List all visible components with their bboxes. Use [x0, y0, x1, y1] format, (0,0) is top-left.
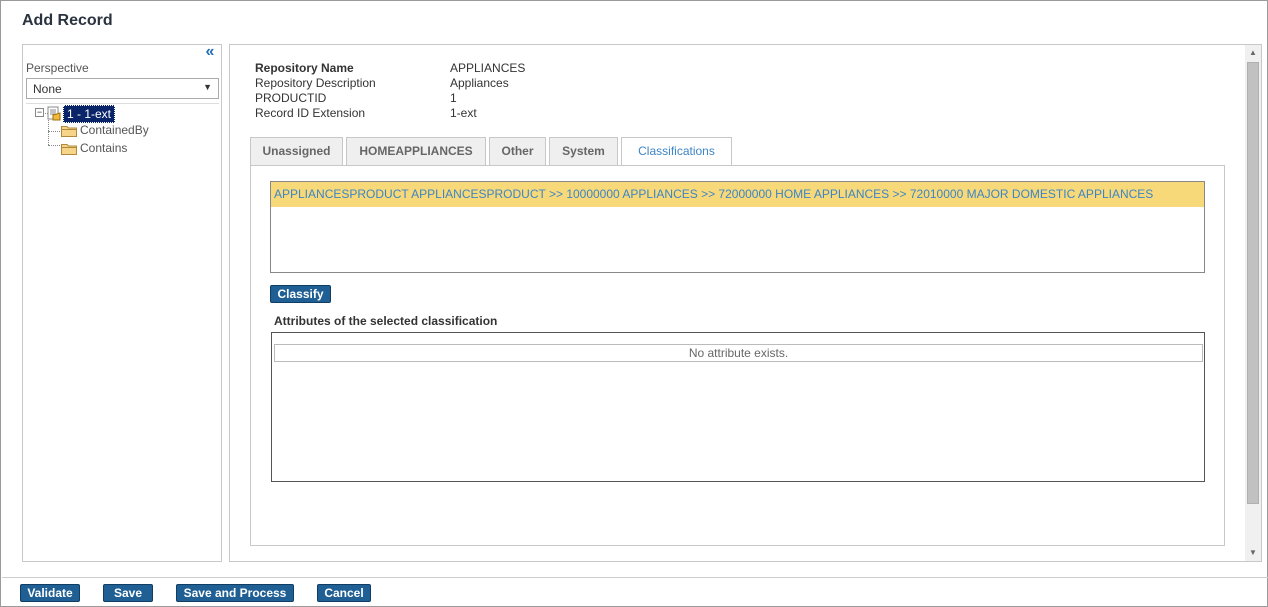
classifications-tab-content: APPLIANCESPRODUCT APPLIANCESPRODUCT >> 1… [250, 165, 1225, 546]
perspective-value: None [33, 82, 62, 96]
tab-homeappliances[interactable]: HOMEAPPLIANCES [346, 137, 486, 166]
tab-other[interactable]: Other [489, 137, 546, 166]
tab-unassigned[interactable]: Unassigned [250, 137, 343, 166]
info-row: Record ID Extension 1-ext [255, 106, 655, 121]
info-row: Repository Name APPLIANCES [255, 61, 655, 76]
cancel-button[interactable]: Cancel [317, 584, 371, 602]
info-key: Record ID Extension [255, 106, 366, 120]
page-title: Add Record [22, 12, 113, 29]
tree-item-label: Contains [80, 141, 128, 155]
record-icon [47, 106, 61, 121]
tab-classifications[interactable]: Classifications [621, 137, 732, 167]
record-detail-panel: Repository Name APPLIANCES Repository De… [229, 44, 1262, 562]
info-key: PRODUCTID [255, 91, 327, 105]
attributes-table: No attribute exists. [271, 332, 1205, 482]
save-button[interactable]: Save [103, 584, 153, 602]
add-record-window: Add Record « Perspective None ▼ − 1 - 1-… [0, 0, 1268, 607]
folder-icon [61, 126, 77, 137]
info-value: Appliances [450, 76, 509, 90]
classification-row[interactable]: APPLIANCESPRODUCT APPLIANCESPRODUCT >> 1… [271, 182, 1204, 207]
vertical-scrollbar[interactable]: ▲ ▼ [1245, 45, 1261, 561]
tree-connector [48, 131, 60, 132]
tree-root: − 1 - 1-ext [35, 105, 235, 123]
empty-message: No attribute exists. [274, 344, 1203, 362]
left-panel: « Perspective None ▼ − 1 - 1-ext Contain… [22, 44, 222, 562]
scroll-down-icon[interactable]: ▼ [1245, 545, 1261, 561]
perspective-select[interactable]: None ▼ [26, 78, 219, 99]
perspective-label: Perspective [26, 61, 89, 75]
info-value: APPLIANCES [450, 61, 526, 75]
tree-connector [48, 145, 60, 146]
folder-icon [61, 144, 77, 155]
divider [26, 103, 219, 104]
tree-connector [48, 120, 49, 145]
info-value: 1-ext [450, 106, 477, 120]
tab-system[interactable]: System [549, 137, 618, 166]
info-value: 1 [450, 91, 457, 105]
scroll-up-icon[interactable]: ▲ [1245, 45, 1261, 61]
validate-button[interactable]: Validate [20, 584, 80, 602]
scroll-thumb[interactable] [1247, 62, 1259, 504]
classification-list: APPLIANCESPRODUCT APPLIANCESPRODUCT >> 1… [270, 181, 1205, 273]
collapse-tree-icon[interactable]: − [35, 108, 44, 117]
save-and-process-button[interactable]: Save and Process [176, 584, 294, 602]
dropdown-arrow-icon: ▼ [203, 82, 212, 92]
double-chevron-left-icon[interactable]: « [202, 44, 218, 61]
info-row: PRODUCTID 1 [255, 91, 655, 106]
tree-root-label[interactable]: 1 - 1-ext [63, 105, 116, 123]
attributes-heading: Attributes of the selected classificatio… [274, 314, 498, 328]
info-key: Repository Description [255, 76, 376, 90]
classify-button[interactable]: Classify [270, 285, 331, 303]
tree-item-label: ContainedBy [80, 123, 149, 137]
info-row: Repository Description Appliances [255, 76, 655, 91]
info-key: Repository Name [255, 61, 354, 75]
footer-divider [2, 577, 1268, 578]
